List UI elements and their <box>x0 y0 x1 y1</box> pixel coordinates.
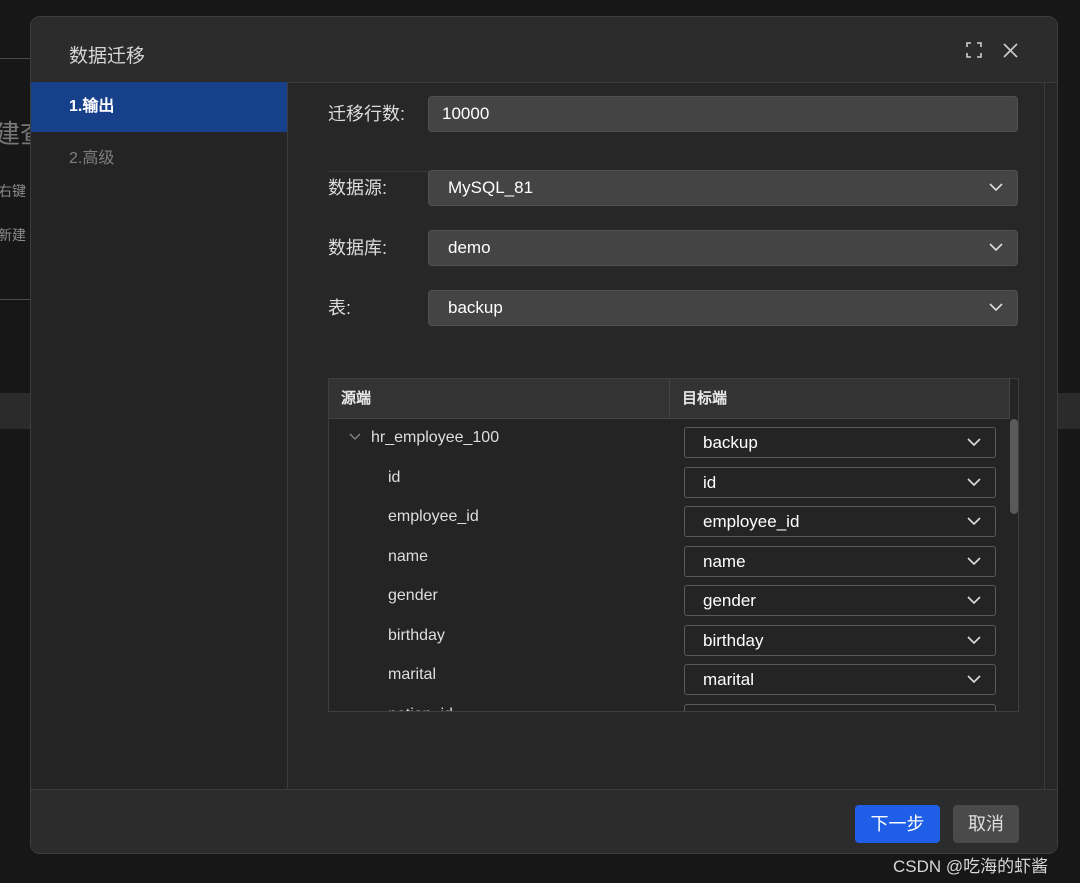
mapping-row: nation_id nation_id <box>329 696 1010 712</box>
table-label: 表: <box>328 298 352 318</box>
target-value: id <box>703 472 717 492</box>
table-field: 表: backup <box>328 290 1018 326</box>
maximize-icon[interactable] <box>963 39 985 61</box>
target-value: name <box>703 551 746 571</box>
mapping-row-parent: hr_employee_100 backup <box>329 419 1010 458</box>
chevron-down-icon <box>967 635 981 644</box>
target-value: gender <box>703 591 756 610</box>
dialog-title: 数据迁移 <box>69 46 146 67</box>
mapping-row: birthday birthday <box>329 617 1010 656</box>
background-text-fragment: 新建 <box>0 227 26 243</box>
background-text-fragment: 右键 <box>0 183 26 199</box>
cancel-button[interactable]: 取消 <box>953 805 1019 843</box>
mapping-table-body: hr_employee_100 backup id id employee_id <box>329 419 1010 711</box>
dialog-footer: 下一步 取消 <box>31 789 1057 853</box>
chevron-down-icon <box>967 517 981 526</box>
chevron-down-icon <box>967 477 981 486</box>
database-field: 数据库: demo <box>328 230 1018 266</box>
chevron-down-icon <box>967 596 981 605</box>
datasource-select[interactable]: MySQL_81 <box>428 170 1018 206</box>
datasource-value: MySQL_81 <box>448 178 534 197</box>
mapping-row: employee_id employee_id <box>329 498 1010 537</box>
next-step-button[interactable]: 下一步 <box>855 805 940 843</box>
chevron-down-icon <box>989 243 1003 252</box>
chevron-down-icon <box>989 303 1003 312</box>
source-field-name: name <box>388 547 429 565</box>
source-field-name: gender <box>388 587 438 604</box>
source-field-name: birthday <box>388 626 445 644</box>
target-value: birthday <box>703 630 764 650</box>
chevron-down-icon <box>967 675 981 684</box>
datasource-field: 数据源: MySQL_81 <box>328 170 1018 206</box>
data-migration-dialog: 数据迁移 1.输出 2.高级 迁移行数: 10000 数据源: MySQL_81 <box>30 16 1058 854</box>
database-value: demo <box>448 238 491 257</box>
content-right-border <box>1044 82 1045 789</box>
rows-label: 迁移行数: <box>328 104 406 124</box>
mapping-table-header: 源端 目标端 <box>329 379 1010 419</box>
target-value: nation_id <box>703 710 772 712</box>
background-divider-top <box>0 58 30 59</box>
datasource-label: 数据源: <box>328 178 388 198</box>
target-select[interactable]: marital <box>684 664 996 695</box>
source-table-name: hr_employee_100 <box>371 429 500 446</box>
mapping-row: id id <box>329 459 1010 498</box>
chevron-down-icon <box>989 183 1003 192</box>
source-field-name: employee_id <box>388 508 479 525</box>
step-output[interactable]: 1.输出 <box>31 82 287 132</box>
target-select[interactable]: backup <box>684 427 996 458</box>
rows-input[interactable]: 10000 <box>428 96 1018 132</box>
tree-collapse-icon[interactable] <box>349 432 361 442</box>
table-value: backup <box>448 298 503 317</box>
database-label: 数据库: <box>328 238 388 258</box>
rows-field: 迁移行数: 10000 <box>328 96 1018 132</box>
target-select[interactable]: name <box>684 545 996 577</box>
source-field-name: id <box>388 468 401 486</box>
close-icon[interactable] <box>999 39 1021 61</box>
chevron-down-icon <box>967 556 981 565</box>
mapping-row: marital marital <box>329 656 1010 695</box>
source-field-name: marital <box>388 666 437 683</box>
target-select[interactable]: gender <box>684 585 996 616</box>
database-select[interactable]: demo <box>428 230 1018 266</box>
target-select[interactable]: id <box>684 466 996 498</box>
source-column-header: 源端 <box>329 379 670 418</box>
step-advanced[interactable]: 2.高级 <box>31 134 287 184</box>
output-settings-panel: 迁移行数: 10000 数据源: MySQL_81 数据库: demo 表: b… <box>288 82 1045 789</box>
target-select[interactable]: nation_id <box>684 703 996 712</box>
chevron-down-icon <box>967 438 981 447</box>
mapping-row: name name <box>329 538 1010 577</box>
target-column-header: 目标端 <box>670 379 1010 418</box>
mapping-row: gender gender <box>329 577 1010 616</box>
target-select[interactable]: employee_id <box>684 506 996 537</box>
background-divider-bottom <box>0 299 30 300</box>
target-value: marital <box>703 670 755 689</box>
target-value: employee_id <box>703 512 800 531</box>
target-select[interactable]: birthday <box>684 624 996 656</box>
csdn-watermark: CSDN @吃海的虾酱 <box>893 857 1049 876</box>
table-select[interactable]: backup <box>428 290 1018 326</box>
step-sidebar: 1.输出 2.高级 <box>31 82 288 789</box>
dialog-header: 数据迁移 <box>31 17 1057 83</box>
field-mapping-table: 源端 目标端 hr_employee_100 backup id id empl… <box>328 378 1019 712</box>
mapping-scrollbar-thumb[interactable] <box>1010 419 1018 514</box>
source-field-name: nation_id <box>388 696 453 712</box>
target-value: backup <box>703 433 758 452</box>
